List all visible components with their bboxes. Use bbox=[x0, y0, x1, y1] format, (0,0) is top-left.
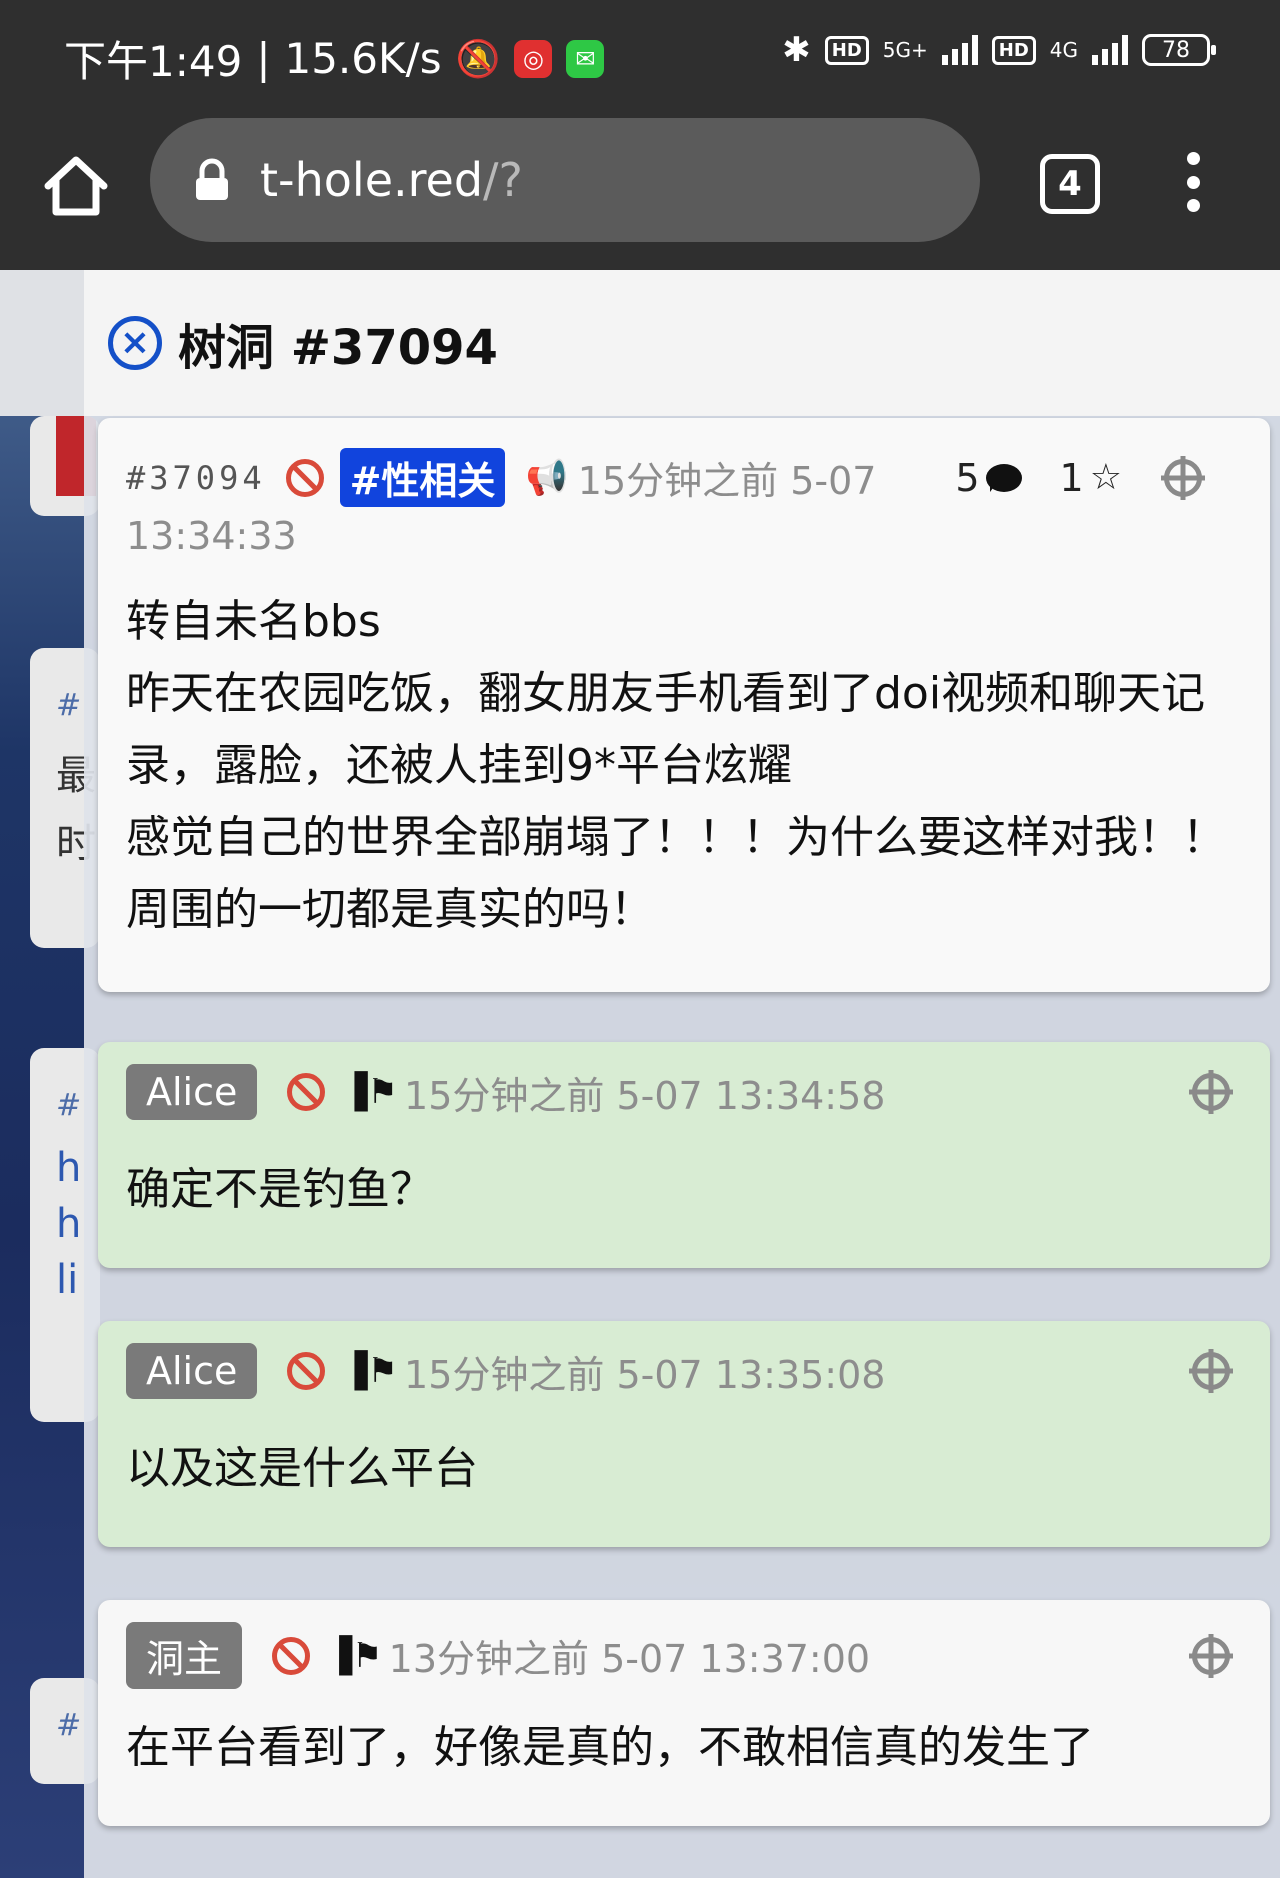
reply-body: 在平台看到了，好像是真的，不敢相信真的发生了 bbox=[126, 1722, 1094, 1773]
post-time-line2: 13:34:33 bbox=[126, 514, 297, 558]
status-left: 下午1:49 | 15.6K/s 🔕 ◎ ✉ bbox=[64, 28, 605, 89]
signal-5g-icon bbox=[941, 35, 978, 65]
address-bar[interactable]: t-hole.red/? bbox=[150, 118, 980, 242]
reply-card: Alice ▐⚑ 15分钟之前 5-07 13:35:08 以及这是什么平台 bbox=[98, 1321, 1270, 1547]
post-card: #37094 #性相关 📢 15分钟之前 5-07 5 1 ☆ 13:34:33 … bbox=[98, 418, 1270, 992]
locate-icon[interactable] bbox=[1192, 1352, 1230, 1390]
status-divider: | bbox=[256, 34, 271, 83]
comment-icon bbox=[985, 463, 1022, 492]
reply-meta: Alice ▐⚑ 15分钟之前 5-07 13:35:08 bbox=[126, 1343, 1242, 1399]
locate-icon[interactable] bbox=[1192, 1636, 1230, 1675]
star-count-value: 1 bbox=[1059, 455, 1084, 500]
flag-icon[interactable]: ▐⚑ bbox=[326, 1636, 383, 1676]
post-id[interactable]: #37094 bbox=[126, 459, 266, 497]
report-ban-icon[interactable] bbox=[287, 1352, 326, 1390]
reply-time: 15分钟之前 5-07 13:35:08 bbox=[404, 1352, 886, 1397]
url-path: /? bbox=[483, 153, 523, 207]
tag-badge[interactable]: #性相关 bbox=[339, 448, 506, 507]
reply-time: 15分钟之前 5-07 13:34:58 bbox=[404, 1073, 886, 1118]
wechat-app-icon: ✉ bbox=[566, 39, 605, 78]
reply-count-value: 5 bbox=[955, 455, 980, 500]
locate-icon[interactable] bbox=[1164, 458, 1202, 497]
home-icon[interactable] bbox=[40, 150, 112, 222]
report-ban-icon[interactable] bbox=[285, 458, 324, 497]
status-speed: 15.6K/s bbox=[284, 34, 442, 83]
tab-switcher-button[interactable]: 4 bbox=[1040, 154, 1100, 214]
reply-author: Alice bbox=[126, 1064, 258, 1120]
bluetooth-icon: ✱ bbox=[782, 30, 811, 70]
bell-muted-icon: 🔕 bbox=[455, 38, 501, 80]
report-ban-icon[interactable] bbox=[287, 1073, 326, 1111]
reply-author: Alice bbox=[126, 1343, 258, 1399]
network-4g-label: 4G bbox=[1049, 38, 1078, 62]
battery-icon: 78 bbox=[1142, 34, 1216, 66]
close-icon[interactable]: × bbox=[108, 316, 162, 370]
music-app-icon: ◎ bbox=[514, 39, 553, 78]
post-meta: #37094 #性相关 📢 15分钟之前 5-07 5 1 ☆ bbox=[126, 448, 1242, 507]
flag-icon[interactable]: ▐⚑ bbox=[341, 1351, 398, 1391]
browser-toolbar: t-hole.red/? 4 bbox=[0, 118, 1280, 270]
url-text: t-hole.red/? bbox=[260, 153, 523, 207]
reply-card: Alice ▐⚑ 15分钟之前 5-07 13:34:58 确定不是钓鱼？ bbox=[98, 1042, 1270, 1268]
reply-card: 洞主 ▐⚑ 13分钟之前 5-07 13:37:00 在平台看到了，好像是真的，… bbox=[98, 1600, 1270, 1826]
report-ban-icon[interactable] bbox=[272, 1636, 311, 1675]
reply-meta: 洞主 ▐⚑ 13分钟之前 5-07 13:37:00 bbox=[126, 1622, 1242, 1689]
reply-body: 确定不是钓鱼？ bbox=[126, 1164, 434, 1215]
overflow-menu-icon[interactable] bbox=[1178, 152, 1208, 212]
reply-meta: Alice ▐⚑ 15分钟之前 5-07 13:34:58 bbox=[126, 1064, 1242, 1120]
post-body: 转自未名bbs 昨天在农园吃饭，翻女朋友手机看到了doi视频和聊天记录，露脸，还… bbox=[126, 596, 1226, 935]
url-host: t-hole.red bbox=[260, 153, 484, 207]
locate-icon[interactable] bbox=[1192, 1073, 1230, 1111]
panel-header: × 树洞 #37094 bbox=[84, 270, 1280, 416]
reply-body: 以及这是什么平台 bbox=[126, 1443, 478, 1494]
post-time: 15分钟之前 5-07 bbox=[577, 459, 877, 503]
hd-badge-1: HD bbox=[824, 35, 869, 65]
megaphone-icon: 📢 bbox=[525, 457, 568, 498]
reply-author: 洞主 bbox=[126, 1622, 243, 1689]
post-detail-panel: × 树洞 #37094 #37094 #性相关 📢 15分钟之前 5-07 5 … bbox=[84, 270, 1280, 1878]
status-time: 下午1:49 bbox=[64, 37, 243, 86]
lock-icon bbox=[196, 158, 228, 200]
flag-icon[interactable]: ▐⚑ bbox=[341, 1072, 398, 1112]
signal-4g-icon bbox=[1092, 35, 1128, 65]
network-5g-label: 5G+ bbox=[882, 38, 928, 62]
background-header bbox=[0, 270, 90, 416]
reply-count: 5 bbox=[955, 455, 1022, 500]
status-right: ✱ HD 5G+ HD 4G 78 bbox=[782, 30, 1216, 70]
panel-title: 树洞 #37094 bbox=[178, 320, 498, 376]
status-bar: 下午1:49 | 15.6K/s 🔕 ◎ ✉ ✱ HD 5G+ HD 4G 78 bbox=[0, 0, 1280, 118]
reply-time: 13分钟之前 5-07 13:37:00 bbox=[388, 1637, 871, 1681]
star-count[interactable]: 1 ☆ bbox=[1060, 456, 1122, 500]
hd-badge-2: HD bbox=[991, 35, 1036, 65]
star-icon[interactable]: ☆ bbox=[1090, 457, 1122, 498]
